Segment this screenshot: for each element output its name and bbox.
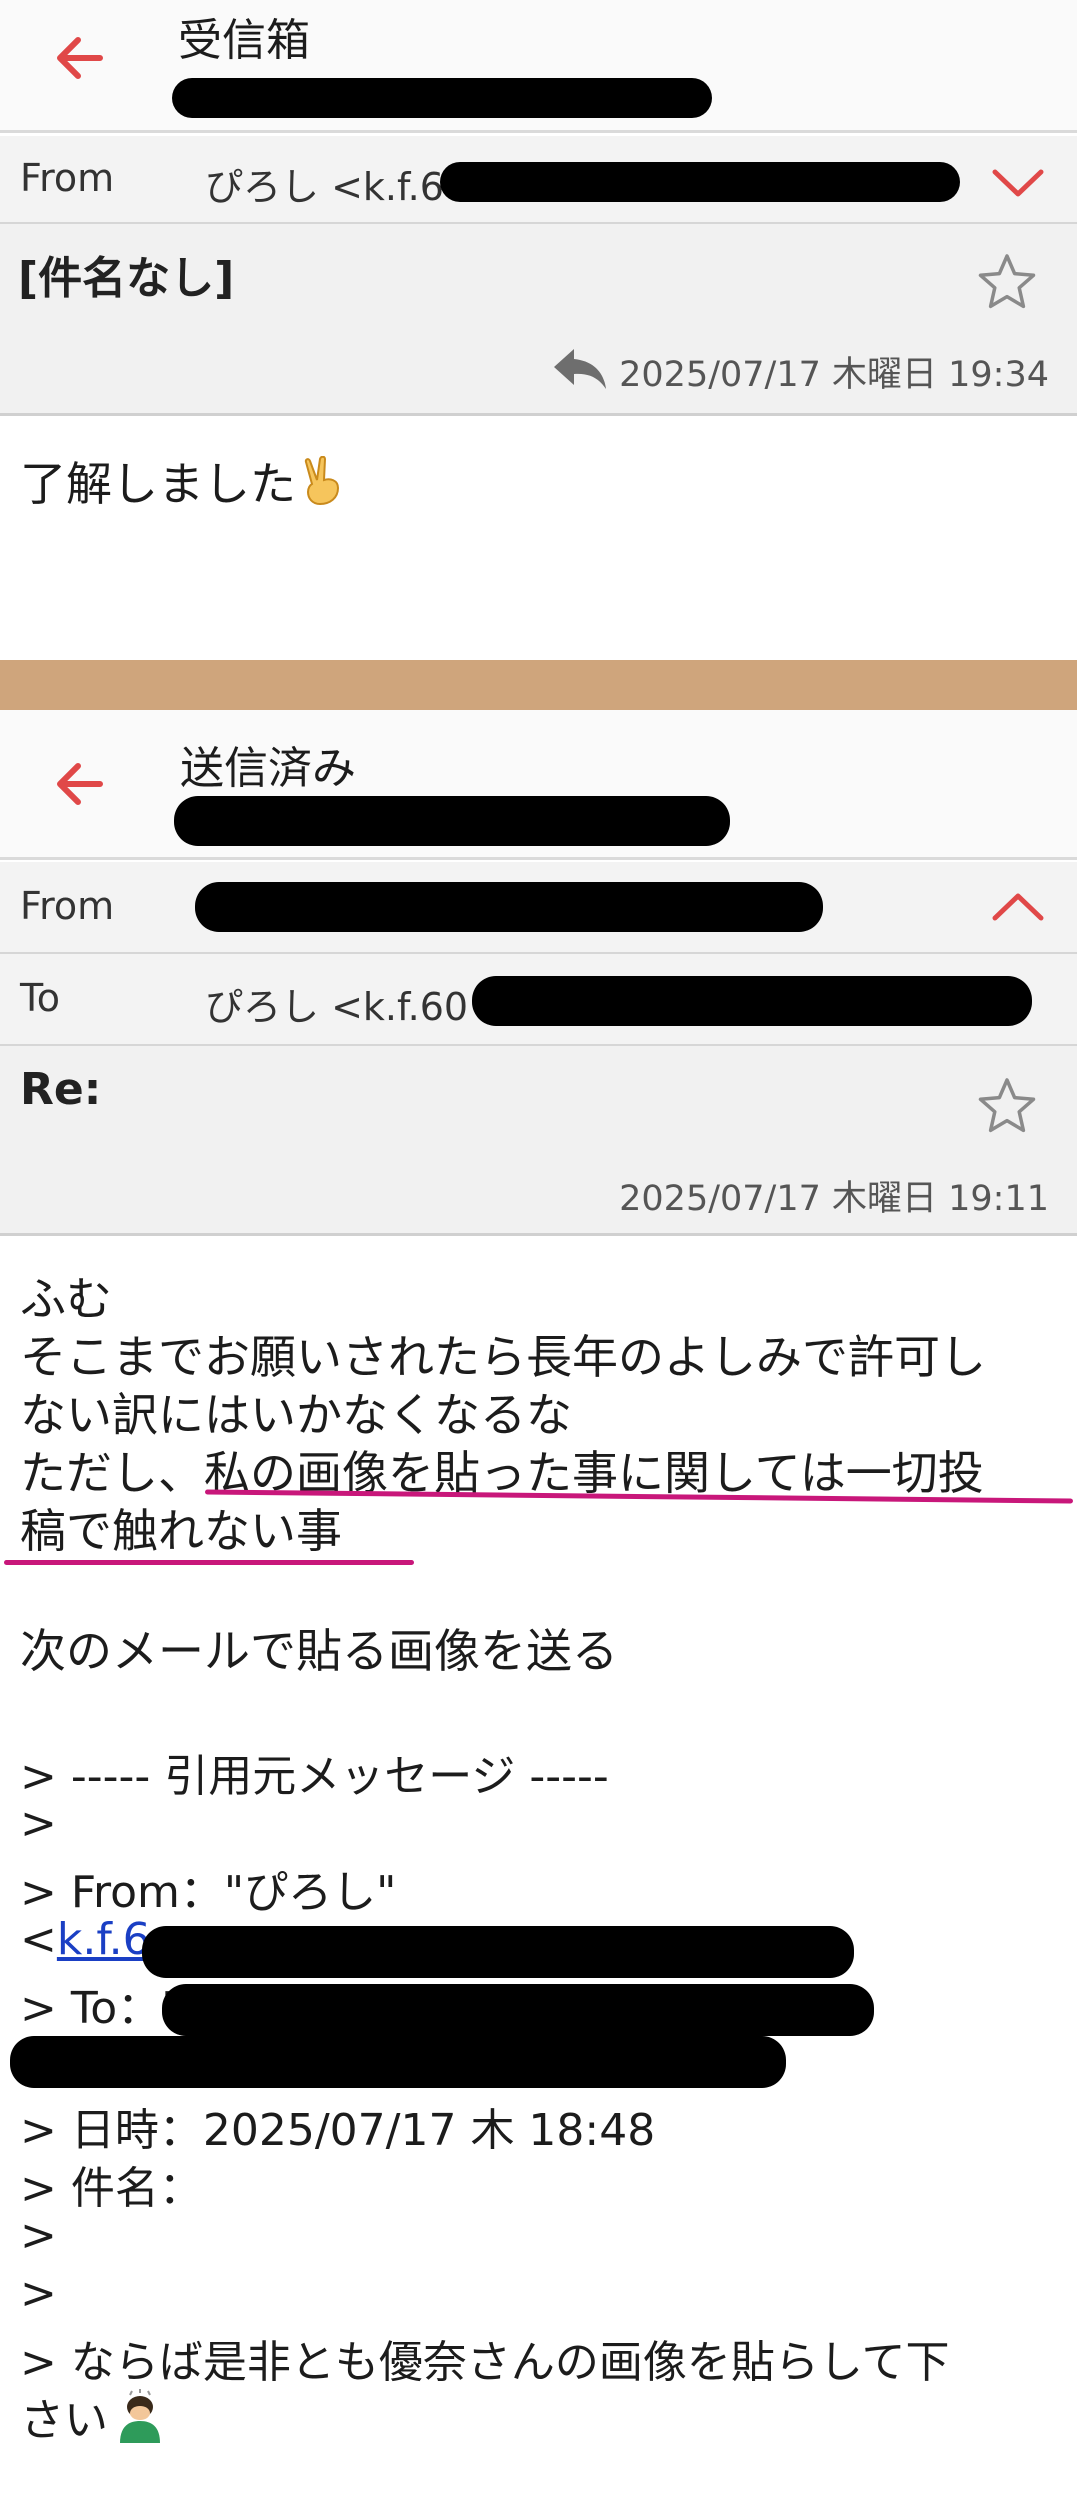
quote-to: > To：": [20, 1983, 182, 2034]
screenshot-divider: [0, 660, 1077, 710]
sent-app-bar: 送信済み: [0, 710, 1077, 860]
subject-text: Re:: [20, 1064, 102, 1115]
favorite-button[interactable]: [977, 252, 1037, 312]
redacted-quote-address: [142, 1926, 854, 1978]
body-line: 次のメールで貼る画像を送る: [20, 1624, 618, 1678]
to-row[interactable]: To ぴろし <k.f.60: [0, 954, 1077, 1046]
highlight-underline: [4, 1560, 414, 1565]
arrow-left-icon: [57, 37, 103, 79]
reply-status-icon: [552, 347, 608, 391]
subject-header: Re: 2025/07/17 木曜日 19:11: [0, 1046, 1077, 1236]
sent-date: 2025/07/17 木曜日 19:11: [619, 1179, 1049, 1219]
favorite-button[interactable]: [977, 1076, 1037, 1136]
folder-title: 送信済み: [180, 743, 356, 794]
redacted-account: [172, 78, 712, 118]
quote-from-address: <k.f.6: [20, 1914, 151, 1965]
bowing-person-emoji: [120, 2389, 160, 2443]
body-line: ない訳にはいかなくなるな: [20, 1388, 572, 1442]
to-label: To: [20, 976, 61, 1020]
arrow-left-icon: [57, 763, 103, 805]
email-link[interactable]: k.f.6: [57, 1914, 151, 1965]
folder-title: 受信箱: [178, 15, 310, 66]
back-button[interactable]: [40, 18, 120, 98]
from-row[interactable]: From: [0, 862, 1077, 954]
quote-line: >: [20, 2268, 57, 2319]
message-body: 了解しました: [20, 455, 346, 513]
redacted-sender-address: [195, 882, 823, 932]
quote-message: さい: [20, 2384, 168, 2448]
quote-line: >: [20, 2210, 57, 2261]
quote-subject: > 件名：: [20, 2163, 203, 2214]
redacted-quote-recipient-2: [10, 2036, 786, 2088]
quote-line: >: [20, 1798, 57, 1849]
quote-date: > 日時：2025/07/17 木 18:48: [20, 2105, 656, 2156]
chevron-up-icon: [992, 893, 1044, 921]
redacted-recipient-address: [472, 976, 1032, 1026]
back-button[interactable]: [40, 744, 120, 824]
body-line: ふむ: [20, 1272, 112, 1326]
star-outline-icon: [978, 254, 1036, 309]
inbox-app-bar: 受信箱: [0, 0, 1077, 133]
message-body: ふむ そこまでお願いされたら長年のよしみで許可し ない訳にはいかなくなるな ただ…: [20, 1270, 1060, 1680]
redacted-sender-address: [440, 162, 960, 202]
body-line: そこまでお願いされたら長年のよしみで許可し: [20, 1330, 986, 1384]
victory-hand-emoji: [304, 455, 340, 506]
redacted-account: [174, 796, 730, 846]
from-value: ぴろし <k.f.6: [205, 165, 444, 209]
from-label: From: [20, 156, 115, 200]
subject-header: [件名なし] 2025/07/17 木曜日 19:34: [0, 224, 1077, 416]
star-outline-icon: [978, 1078, 1036, 1133]
quote-message: > ならば是非とも優奈さんの画像を貼らして下: [20, 2337, 950, 2388]
subject-text: [件名なし]: [18, 253, 235, 304]
chevron-down-icon: [992, 169, 1044, 197]
from-row[interactable]: From ぴろし <k.f.6: [0, 136, 1077, 224]
body-line: [20, 1560, 1060, 1618]
from-label: From: [20, 884, 115, 928]
received-date: 2025/07/17 木曜日 19:34: [619, 355, 1049, 395]
body-line: 稿で触れない事: [20, 1504, 342, 1558]
expand-header-button[interactable]: [989, 154, 1047, 212]
to-value: ぴろし <k.f.60: [205, 985, 469, 1029]
collapse-header-button[interactable]: [989, 876, 1047, 934]
redacted-quote-recipient: [162, 1984, 874, 2036]
quote-header: > ----- 引用元メッセージ -----: [20, 1751, 609, 1802]
quote-from: > From："ぴろし": [20, 1867, 397, 1918]
reply-icon: [554, 349, 606, 389]
